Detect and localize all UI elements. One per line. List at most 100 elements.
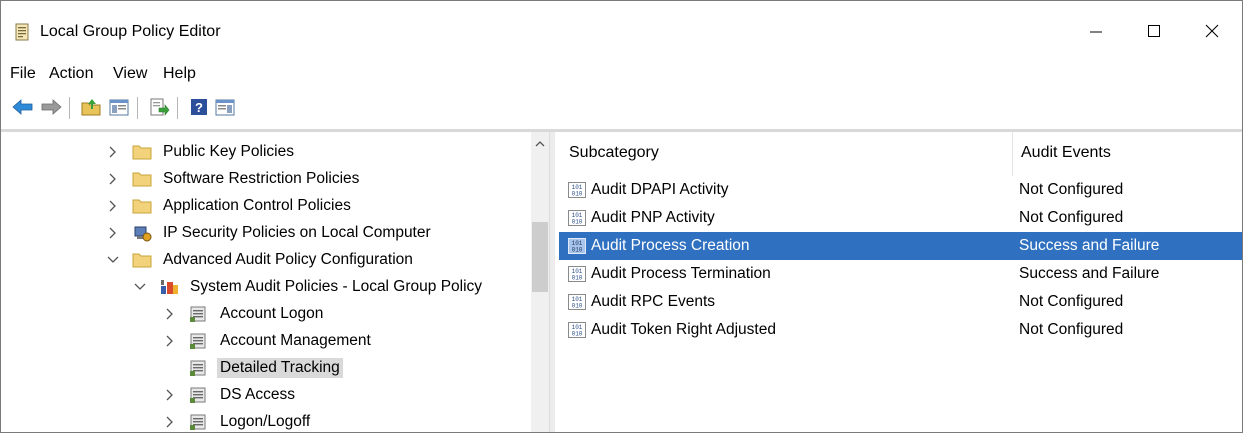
audit-events-cell: Not Configured — [1019, 293, 1124, 310]
chevron-right-icon[interactable] — [163, 334, 177, 348]
list-row-selected[interactable]: 101 010 Audit Process Creation Success an… — [559, 232, 1242, 260]
tree-scrollbar[interactable] — [531, 132, 549, 432]
menu-action[interactable]: Action — [49, 65, 93, 83]
list-row[interactable]: 101 010 Audit DPAPI Activity Not Configur… — [559, 176, 1242, 204]
scroll-up-arrow-icon[interactable] — [535, 140, 545, 148]
up-one-level-button[interactable] — [79, 95, 103, 119]
folder-icon — [132, 172, 152, 186]
list-row[interactable]: 101 010 Audit Process Termination Success… — [559, 260, 1242, 288]
minimize-button[interactable] — [1067, 11, 1125, 51]
menu-help[interactable]: Help — [163, 65, 196, 83]
svg-text:010: 010 — [572, 331, 583, 338]
scrollbar-thumb[interactable] — [532, 222, 548, 292]
tree-item-label: Logon/Logoff — [220, 412, 311, 430]
maximize-icon — [1148, 25, 1160, 37]
tree-item-ip-security-policies[interactable]: IP Security Policies on Local Computer — [106, 219, 434, 246]
tree-item-ds-access[interactable]: DS Access — [163, 381, 298, 408]
chevron-right-icon[interactable] — [106, 199, 120, 213]
up-folder-icon — [81, 99, 101, 116]
binary-policy-icon: 101010 — [568, 238, 586, 254]
chevron-right-icon[interactable] — [106, 226, 120, 240]
column-header-audit-events[interactable]: Audit Events — [1021, 144, 1111, 172]
tree-item-system-audit-policies[interactable]: System Audit Policies - Local Group Poli… — [133, 273, 485, 300]
tree-item-advanced-audit-policy-configuration[interactable]: Advanced Audit Policy Configuration — [106, 246, 416, 273]
column-header-subcategory[interactable]: Subcategory — [569, 144, 659, 172]
chevron-down-icon[interactable] — [106, 253, 120, 267]
show-hide-tree-icon — [109, 99, 129, 116]
list-row[interactable]: 101 010 Audit PNP Activity Not Configured — [559, 204, 1242, 232]
chevron-right-icon[interactable] — [106, 145, 120, 159]
chevron-right-icon[interactable] — [163, 307, 177, 321]
audit-events-cell: Not Configured — [1019, 181, 1124, 198]
column-separator[interactable] — [1012, 132, 1013, 176]
tree-item-label: Application Control Policies — [163, 196, 351, 214]
audit-events-cell: Not Configured — [1019, 209, 1124, 226]
tree-item-label: System Audit Policies - Local Group Poli… — [190, 277, 483, 295]
binary-policy-icon: 101010 — [568, 182, 586, 198]
audit-policy-icon — [161, 279, 178, 294]
list-row[interactable]: 101 010 Audit Token Right Adjusted Not Co… — [559, 316, 1242, 344]
tree-item-detailed-tracking[interactable]: Detailed Tracking — [163, 354, 343, 381]
binary-policy-icon: 101010 — [568, 266, 586, 282]
back-arrow-icon — [12, 99, 33, 115]
policy-node-icon — [190, 306, 206, 322]
tree-item-label: Advanced Audit Policy Configuration — [163, 250, 413, 268]
tree-item-public-key-policies[interactable]: Public Key Policies — [106, 138, 297, 165]
tree-item-logon-logoff[interactable]: Logon/Logoff — [163, 408, 313, 432]
properties-pane-button[interactable] — [213, 95, 237, 119]
help-button[interactable]: ? — [187, 95, 211, 119]
policy-node-icon — [190, 414, 206, 430]
binary-policy-icon: 101010 — [568, 294, 586, 310]
close-icon — [1205, 24, 1219, 38]
tree-item-label: Public Key Policies — [163, 142, 294, 160]
subcategory-cell: Audit DPAPI Activity — [591, 181, 729, 198]
tree-item-account-management[interactable]: Account Management — [163, 327, 374, 354]
audit-events-cell: Not Configured — [1019, 321, 1124, 338]
menu-bar: File Action View Help — [1, 61, 1242, 87]
tree-item-label: DS Access — [220, 385, 295, 403]
title-bar[interactable]: Local Group Policy Editor — [1, 1, 1242, 57]
tree-item-software-restriction-policies[interactable]: Software Restriction Policies — [106, 165, 362, 192]
chevron-right-icon[interactable] — [163, 388, 177, 402]
tree-item-application-control-policies[interactable]: Application Control Policies — [106, 192, 354, 219]
svg-text:010: 010 — [572, 303, 583, 310]
svg-text:010: 010 — [572, 247, 583, 254]
subcategory-cell: Audit Process Creation — [591, 237, 750, 254]
properties-pane-icon — [215, 99, 235, 116]
subcategory-cell: Audit Process Termination — [591, 265, 771, 282]
folder-icon — [132, 145, 152, 159]
help-icon: ? — [191, 99, 207, 115]
policy-node-icon — [190, 360, 206, 376]
chevron-down-icon[interactable] — [133, 280, 147, 294]
svg-text:010: 010 — [572, 191, 583, 198]
export-list-button[interactable] — [147, 95, 171, 119]
tree-item-label: Account Logon — [220, 304, 324, 322]
toolbar-separator — [69, 97, 70, 119]
chevron-right-icon[interactable] — [106, 172, 120, 186]
audit-events-cell: Success and Failure — [1019, 237, 1160, 254]
close-button[interactable] — [1183, 11, 1241, 51]
policy-editor-icon — [15, 23, 29, 41]
maximize-button[interactable] — [1125, 11, 1183, 51]
toolbar-separator — [137, 97, 138, 119]
back-button[interactable] — [11, 95, 35, 119]
folder-icon — [132, 199, 152, 213]
menu-file[interactable]: File — [10, 65, 36, 83]
tree-item-label: Account Management — [220, 331, 371, 349]
svg-text:010: 010 — [572, 275, 583, 282]
menu-view[interactable]: View — [113, 65, 147, 83]
list-row[interactable]: 101 010 Audit RPC Events Not Configured — [559, 288, 1242, 316]
minimize-icon — [1090, 31, 1102, 33]
forward-button[interactable] — [39, 95, 63, 119]
tree-item-account-logon[interactable]: Account Logon — [163, 300, 326, 327]
subcategory-cell: Audit Token Right Adjusted — [591, 321, 776, 338]
folder-icon — [132, 253, 152, 267]
svg-text:?: ? — [195, 100, 203, 115]
toolbar-separator — [177, 97, 178, 119]
show-hide-tree-button[interactable] — [107, 95, 131, 119]
binary-policy-icon: 101010 — [568, 210, 586, 226]
details-pane: Subcategory Audit Events 101 010 Audit DP… — [555, 132, 1242, 432]
console-tree: Public Key Policies Software Restriction… — [1, 132, 531, 432]
window-title: Local Group Policy Editor — [40, 23, 221, 40]
chevron-right-icon[interactable] — [163, 415, 177, 429]
